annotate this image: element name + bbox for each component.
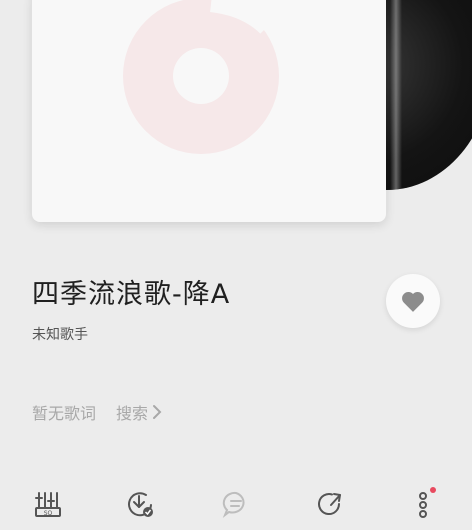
like-button[interactable] [386, 274, 440, 328]
music-logo-icon [123, 0, 279, 154]
more-icon [419, 487, 436, 518]
comment-icon [222, 491, 245, 518]
more-button[interactable] [408, 486, 444, 522]
equalizer-icon: SQ [35, 492, 61, 517]
heart-icon [402, 291, 424, 312]
download-button[interactable] [122, 486, 158, 522]
chevron-right-icon [153, 405, 162, 419]
search-lyrics-link[interactable]: 搜索 [116, 400, 162, 424]
search-lyrics-label: 搜索 [116, 404, 149, 423]
bottom-toolbar: SQ [0, 486, 472, 526]
artist-name[interactable]: 未知歌手 [32, 324, 88, 344]
no-lyrics-text: 暂无歌词 [32, 404, 97, 423]
equalizer-button[interactable]: SQ [30, 486, 66, 522]
album-area [32, 0, 472, 230]
share-button[interactable] [312, 486, 348, 522]
download-icon [128, 492, 153, 517]
song-title: 四季流浪歌-降A [32, 279, 231, 310]
share-icon [318, 493, 341, 516]
lyrics-row: 暂无歌词 搜索 [32, 400, 162, 424]
comment-button[interactable] [218, 486, 254, 522]
notification-dot [430, 487, 436, 493]
svg-text:SQ: SQ [44, 510, 53, 517]
album-cover[interactable] [32, 0, 386, 222]
